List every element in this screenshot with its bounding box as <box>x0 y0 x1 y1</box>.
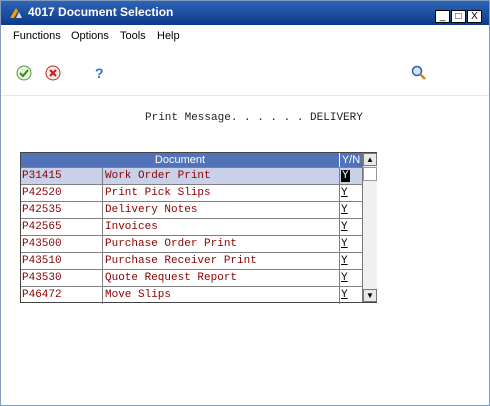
yn-input[interactable]: Y <box>341 204 359 217</box>
row-name: Move Slips <box>105 289 172 301</box>
menu-functions[interactable]: Functions <box>13 30 61 42</box>
document-selection-window: 4017 Document Selection _ □ X Functions … <box>0 0 490 406</box>
cell-divider <box>339 185 340 202</box>
row-code: P43500 <box>22 238 62 250</box>
cell-divider <box>339 287 340 304</box>
print-message-value: DELIVERY <box>310 112 363 124</box>
svg-text:?: ? <box>95 65 104 81</box>
cell-divider <box>102 219 103 236</box>
row-code: P43510 <box>22 255 62 267</box>
table-row[interactable]: P31415 Work Order Print Y <box>21 167 362 185</box>
cancel-icon[interactable] <box>45 65 61 81</box>
cell-divider <box>102 253 103 270</box>
column-header-yn[interactable]: Y/N <box>340 153 362 167</box>
cell-divider <box>102 270 103 287</box>
toolbar: ? <box>1 49 489 89</box>
yn-input[interactable]: Y <box>341 170 359 183</box>
row-code: P42520 <box>22 187 62 199</box>
help-icon[interactable]: ? <box>91 65 107 81</box>
table-row[interactable]: P42565 Invoices Y <box>21 218 362 236</box>
table-row[interactable]: P43530 Quote Request Report Y <box>21 269 362 287</box>
row-code: P46472 <box>22 289 62 301</box>
cell-divider <box>102 236 103 253</box>
menu-bar: Functions Options Tools Help <box>1 27 489 47</box>
print-message-label: Print Message. . . . . . <box>145 112 304 124</box>
check-icon[interactable] <box>16 65 32 81</box>
row-name: Invoices <box>105 221 158 233</box>
cell-divider <box>102 168 103 185</box>
window-title: 4017 Document Selection <box>28 5 174 19</box>
row-name: Delivery Notes <box>105 204 198 216</box>
cell-divider <box>339 253 340 270</box>
yn-input[interactable]: Y <box>341 238 359 251</box>
cell-divider <box>339 202 340 219</box>
cell-divider <box>339 236 340 253</box>
app-icon <box>10 8 22 18</box>
toolbar-divider <box>1 95 489 96</box>
minimize-button[interactable]: _ <box>435 10 450 23</box>
table-row[interactable]: P42520 Print Pick Slips Y <box>21 184 362 202</box>
yn-input[interactable]: Y <box>341 289 359 302</box>
cell-divider <box>102 287 103 304</box>
menu-options[interactable]: Options <box>71 30 109 42</box>
print-message-field: Print Message. . . . . . DELIVERY <box>145 112 363 124</box>
table-row[interactable]: P46472 Move Slips Y <box>21 286 362 304</box>
row-name: Purchase Order Print <box>105 238 238 250</box>
scroll-bottom-icon[interactable]: ▼ <box>363 289 377 302</box>
close-button[interactable]: X <box>467 10 482 23</box>
scroll-thumb[interactable] <box>363 167 377 181</box>
cell-divider <box>339 219 340 236</box>
column-header-document[interactable]: Document <box>21 153 340 167</box>
cell-divider <box>339 168 340 185</box>
row-code: P42535 <box>22 204 62 216</box>
menu-tools[interactable]: Tools <box>120 30 146 42</box>
cell-divider <box>339 270 340 287</box>
vertical-scrollbar[interactable]: ▲ ▼ <box>362 153 377 302</box>
yn-input[interactable]: Y <box>341 221 359 234</box>
row-name: Quote Request Report <box>105 272 238 284</box>
yn-input[interactable]: Y <box>341 255 359 268</box>
menu-help[interactable]: Help <box>157 30 180 42</box>
scroll-top-icon[interactable]: ▲ <box>363 153 377 166</box>
row-code: P43530 <box>22 272 62 284</box>
table-row[interactable]: P43500 Purchase Order Print Y <box>21 235 362 253</box>
cell-divider <box>102 185 103 202</box>
title-bar: 4017 Document Selection _ □ X <box>1 1 489 25</box>
document-grid: Document Y/N P31415 Work Order Print Y P… <box>20 152 377 304</box>
row-code: P31415 <box>22 170 62 182</box>
table-row[interactable]: P43510 Purchase Receiver Print Y <box>21 252 362 270</box>
row-code: P42565 <box>22 221 62 233</box>
search-icon[interactable] <box>411 65 427 81</box>
maximize-button[interactable]: □ <box>451 10 466 23</box>
row-name: Work Order Print <box>105 170 211 182</box>
row-name: Purchase Receiver Print <box>105 255 257 267</box>
row-name: Print Pick Slips <box>105 187 211 199</box>
yn-input[interactable]: Y <box>341 187 359 200</box>
cell-divider <box>102 202 103 219</box>
yn-input[interactable]: Y <box>341 272 359 285</box>
table-row[interactable]: P42535 Delivery Notes Y <box>21 201 362 219</box>
